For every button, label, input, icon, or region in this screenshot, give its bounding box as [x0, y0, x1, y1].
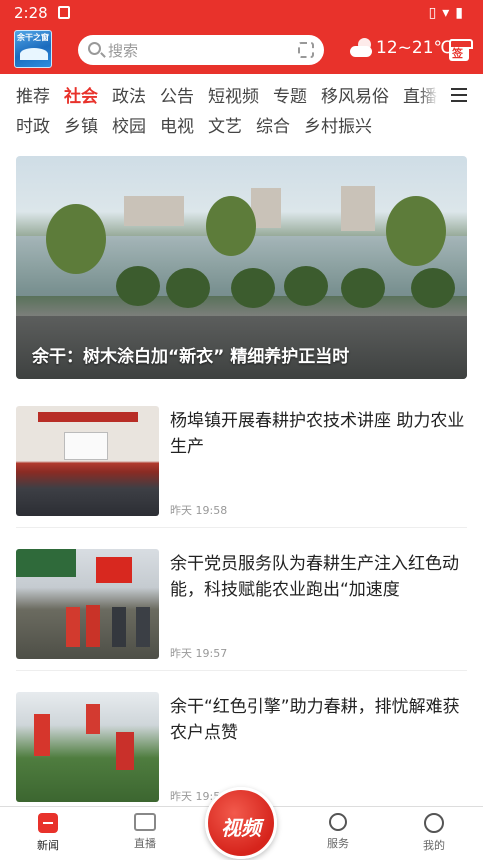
- person-shape: [112, 607, 126, 647]
- search-icon: [88, 42, 101, 55]
- tab-customs[interactable]: 移风易俗: [321, 82, 389, 107]
- flag-shape: [96, 557, 132, 583]
- news-title: 杨埠镇开展春耕护农技术讲座 助力农业生产: [170, 411, 465, 457]
- nav-service[interactable]: 服务: [308, 813, 368, 851]
- hero-image-building: [124, 196, 184, 226]
- tab-notice[interactable]: 公告: [160, 82, 194, 107]
- nav-news[interactable]: 新闻: [18, 813, 78, 853]
- hero-image-shrub: [411, 268, 455, 308]
- live-tv-icon: [134, 813, 156, 831]
- channel-tabs: 推荐社会政法公告短视频专题移风易俗直播 时政乡镇校园电视文艺综合乡村振兴: [0, 76, 483, 140]
- hero-image-shrub: [341, 268, 385, 308]
- service-badge-icon: [329, 813, 347, 831]
- nav-service-label: 服务: [327, 837, 349, 850]
- news-thumbnail: [16, 692, 159, 802]
- news-thumbnail: [16, 549, 159, 659]
- status-time: 2:28: [14, 4, 48, 22]
- hero-image-shrub: [231, 268, 275, 308]
- status-bar: 2:28 ▯▾▮: [0, 0, 483, 26]
- person-shape: [86, 704, 100, 734]
- system-icons: ▯▾▮: [428, 5, 469, 21]
- hero-image-shrub: [116, 266, 160, 306]
- tab-arts[interactable]: 文艺: [208, 112, 242, 137]
- person-shape: [116, 732, 134, 770]
- tab-fade: [418, 78, 448, 106]
- sim-icon: [58, 6, 70, 19]
- nav-news-label: 新闻: [37, 839, 59, 852]
- tab-current-affairs[interactable]: 时政: [16, 112, 50, 137]
- banner-shape: [38, 412, 138, 422]
- video-button[interactable]: 视频: [205, 787, 277, 859]
- checkin-calendar-icon[interactable]: 签: [449, 39, 473, 61]
- person-shape: [86, 605, 100, 647]
- profile-icon: [424, 813, 444, 833]
- news-title: 余干“红色引擎”助力春耕，排忧解难获农户点赞: [170, 697, 460, 743]
- news-item[interactable]: 余干党员服务队为春耕生产注入红色动能，科技赋能农业跑出“加速度 昨天 19:57: [16, 549, 467, 671]
- person-shape: [66, 607, 80, 647]
- tab-politics-law[interactable]: 政法: [112, 82, 146, 107]
- tab-rural-revival[interactable]: 乡村振兴: [304, 112, 372, 137]
- search-placeholder: 搜索: [108, 42, 139, 60]
- nav-live[interactable]: 直播: [115, 813, 175, 851]
- news-item[interactable]: 杨埠镇开展春耕护农技术讲座 助力农业生产 昨天 19:58: [16, 406, 467, 528]
- nav-profile-label: 我的: [423, 839, 445, 852]
- app-logo[interactable]: 余干之窗: [14, 30, 52, 68]
- greenhouse-shape: [16, 549, 76, 577]
- logo-wave-icon: [20, 48, 48, 60]
- tab-campus[interactable]: 校园: [112, 112, 146, 137]
- hero-image-tree: [206, 196, 256, 256]
- weather-widget[interactable]: 12~21℃: [350, 38, 453, 58]
- weather-cloud-icon: [350, 38, 374, 58]
- tab-recommend[interactable]: 推荐: [16, 82, 50, 107]
- tab-short-video[interactable]: 短视频: [208, 82, 259, 107]
- hero-image-tree: [386, 196, 446, 266]
- hero-image-shrub: [166, 268, 210, 308]
- hero-image-tree: [46, 204, 106, 274]
- person-shape: [34, 714, 50, 756]
- news-time: 昨天 19:58: [170, 504, 228, 517]
- news-title: 余干党员服务队为春耕生产注入红色动能，科技赋能农业跑出“加速度: [170, 554, 459, 600]
- checkin-label: 签: [452, 47, 463, 60]
- tab-tv[interactable]: 电视: [160, 112, 194, 137]
- tab-topics[interactable]: 专题: [273, 82, 307, 107]
- hero-image-building: [341, 186, 375, 231]
- tab-row-2: 时政 乡镇 校园 电视 文艺 综合 乡村振兴: [16, 112, 386, 137]
- video-button-label: 视频: [221, 816, 261, 840]
- tab-menu-icon[interactable]: [451, 88, 467, 102]
- nav-profile[interactable]: 我的: [404, 813, 464, 853]
- person-shape: [136, 607, 150, 647]
- search-bar[interactable]: 搜索: [78, 35, 324, 65]
- news-thumbnail: [16, 406, 159, 516]
- tab-row-1: 推荐社会政法公告短视频专题移风易俗直播: [16, 82, 451, 107]
- tab-general[interactable]: 综合: [256, 112, 290, 137]
- weather-temp: 12~21℃: [376, 38, 453, 58]
- tab-towns[interactable]: 乡镇: [64, 112, 98, 137]
- news-icon: [38, 813, 58, 833]
- top-bar: 余干之窗 搜索 12~21℃ 签: [0, 26, 483, 74]
- hero-article[interactable]: 余干：树木涂白加“新衣” 精细养护正当时: [16, 156, 467, 379]
- nav-live-label: 直播: [134, 837, 156, 850]
- hero-caption: 余干：树木涂白加“新衣” 精细养护正当时: [32, 347, 350, 367]
- logo-text: 余干之窗: [17, 33, 49, 42]
- screen-shape: [64, 432, 108, 460]
- news-time: 昨天 19:57: [170, 647, 228, 660]
- scan-icon[interactable]: [298, 42, 314, 58]
- tab-society[interactable]: 社会: [64, 82, 98, 107]
- hero-image-shrub: [284, 266, 328, 306]
